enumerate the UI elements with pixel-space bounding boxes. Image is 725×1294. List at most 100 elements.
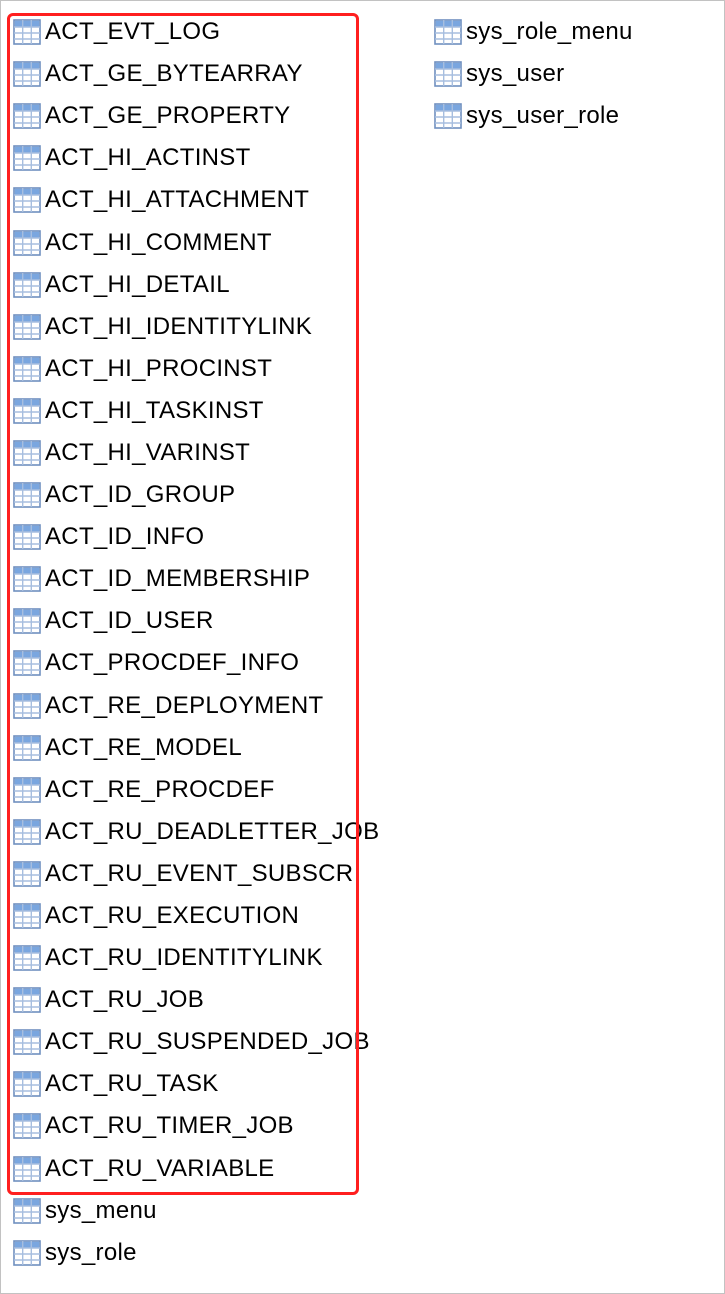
- table-item[interactable]: ACT_HI_TASKINST: [13, 390, 379, 432]
- table-item-label: ACT_RU_TASK: [45, 1070, 219, 1098]
- table-item[interactable]: sys_role_menu: [434, 11, 633, 53]
- table-icon: [13, 735, 41, 761]
- table-icon: [434, 61, 462, 87]
- table-icon: [13, 230, 41, 256]
- table-item-label: ACT_GE_BYTEARRAY: [45, 60, 303, 88]
- table-item-label: ACT_HI_IDENTITYLINK: [45, 313, 312, 341]
- table-icon: [13, 61, 41, 87]
- table-item-label: ACT_ID_INFO: [45, 523, 204, 551]
- table-item[interactable]: ACT_HI_COMMENT: [13, 221, 379, 263]
- table-item[interactable]: ACT_ID_MEMBERSHIP: [13, 558, 379, 600]
- table-item-label: ACT_ID_GROUP: [45, 481, 235, 509]
- table-item[interactable]: ACT_RU_SUSPENDED_JOB: [13, 1021, 379, 1063]
- table-item-label: ACT_ID_USER: [45, 607, 214, 635]
- table-item-label: ACT_GE_PROPERTY: [45, 102, 290, 130]
- table-icon: [13, 187, 41, 213]
- table-item[interactable]: ACT_HI_ACTINST: [13, 137, 379, 179]
- table-item[interactable]: ACT_ID_INFO: [13, 516, 379, 558]
- table-icon: [13, 356, 41, 382]
- table-item[interactable]: ACT_HI_ATTACHMENT: [13, 179, 379, 221]
- table-item[interactable]: ACT_RU_EVENT_SUBSCR: [13, 853, 379, 895]
- table-icon: [13, 819, 41, 845]
- table-item-label: ACT_RU_SUSPENDED_JOB: [45, 1028, 370, 1056]
- table-item[interactable]: ACT_ID_GROUP: [13, 474, 379, 516]
- table-item-label: sys_role_menu: [466, 18, 633, 46]
- table-item-label: ACT_RU_VARIABLE: [45, 1155, 274, 1183]
- table-item-label: ACT_RU_JOB: [45, 986, 204, 1014]
- table-icon: [13, 608, 41, 634]
- table-item[interactable]: ACT_RU_TIMER_JOB: [13, 1105, 379, 1147]
- table-item-label: sys_user: [466, 60, 564, 88]
- table-icon: [13, 1198, 41, 1224]
- table-item[interactable]: ACT_RE_MODEL: [13, 727, 379, 769]
- table-icon: [13, 482, 41, 508]
- table-item[interactable]: ACT_PROCDEF_INFO: [13, 642, 379, 684]
- table-icon: [13, 987, 41, 1013]
- table-item-label: ACT_EVT_LOG: [45, 18, 220, 46]
- table-item[interactable]: sys_user_role: [434, 95, 633, 137]
- table-item[interactable]: ACT_RU_VARIABLE: [13, 1148, 379, 1190]
- table-icon: [13, 650, 41, 676]
- table-item[interactable]: ACT_HI_VARINST: [13, 432, 379, 474]
- table-icon: [13, 272, 41, 298]
- table-icon: [13, 903, 41, 929]
- table-list-column-2: sys_role_menu sys_user sys_user_role: [434, 11, 633, 137]
- table-item[interactable]: ACT_HI_IDENTITYLINK: [13, 306, 379, 348]
- table-item-label: ACT_RU_TIMER_JOB: [45, 1112, 294, 1140]
- table-icon: [13, 314, 41, 340]
- table-icon: [434, 103, 462, 129]
- table-item[interactable]: ACT_EVT_LOG: [13, 11, 379, 53]
- table-item-label: ACT_RE_DEPLOYMENT: [45, 692, 324, 720]
- table-item[interactable]: ACT_HI_DETAIL: [13, 264, 379, 306]
- table-icon: [13, 1113, 41, 1139]
- table-icon: [13, 1029, 41, 1055]
- table-item-label: ACT_HI_DETAIL: [45, 271, 230, 299]
- table-item[interactable]: ACT_GE_PROPERTY: [13, 95, 379, 137]
- table-item[interactable]: sys_user: [434, 53, 633, 95]
- table-item[interactable]: ACT_RU_EXECUTION: [13, 895, 379, 937]
- table-item-label: ACT_ID_MEMBERSHIP: [45, 565, 310, 593]
- table-icon: [13, 19, 41, 45]
- table-item[interactable]: ACT_RU_DEADLETTER_JOB: [13, 811, 379, 853]
- table-item-label: ACT_HI_COMMENT: [45, 229, 272, 257]
- table-icon: [13, 398, 41, 424]
- table-item-label: ACT_RE_MODEL: [45, 734, 242, 762]
- table-icon: [13, 103, 41, 129]
- table-item[interactable]: ACT_HI_PROCINST: [13, 348, 379, 390]
- table-item-label: ACT_HI_TASKINST: [45, 397, 264, 425]
- table-icon: [13, 945, 41, 971]
- table-icon: [13, 145, 41, 171]
- table-item-label: sys_menu: [45, 1197, 157, 1225]
- table-item-label: ACT_HI_VARINST: [45, 439, 250, 467]
- table-item[interactable]: ACT_RU_IDENTITYLINK: [13, 937, 379, 979]
- table-item[interactable]: sys_menu: [13, 1190, 379, 1232]
- table-item-label: ACT_PROCDEF_INFO: [45, 649, 299, 677]
- table-item[interactable]: ACT_GE_BYTEARRAY: [13, 53, 379, 95]
- table-item[interactable]: ACT_RE_DEPLOYMENT: [13, 685, 379, 727]
- table-icon: [13, 1071, 41, 1097]
- table-item[interactable]: ACT_RE_PROCDEF: [13, 769, 379, 811]
- table-item[interactable]: ACT_ID_USER: [13, 600, 379, 642]
- table-list-column-1: ACT_EVT_LOG ACT_GE_BYTEARRAY ACT_GE_PROPER…: [13, 11, 379, 1274]
- table-item-label: ACT_RU_EXECUTION: [45, 902, 299, 930]
- table-item-label: sys_user_role: [466, 102, 619, 130]
- table-item-label: sys_role: [45, 1239, 137, 1267]
- table-icon: [13, 861, 41, 887]
- table-icon: [13, 524, 41, 550]
- table-item-label: ACT_HI_ATTACHMENT: [45, 186, 309, 214]
- table-icon: [13, 1240, 41, 1266]
- table-item-label: ACT_HI_PROCINST: [45, 355, 272, 383]
- table-item-label: ACT_RU_EVENT_SUBSCR: [45, 860, 353, 888]
- table-item[interactable]: sys_role: [13, 1232, 379, 1274]
- table-icon: [13, 777, 41, 803]
- table-item-label: ACT_RE_PROCDEF: [45, 776, 275, 804]
- table-item[interactable]: ACT_RU_JOB: [13, 979, 379, 1021]
- table-item[interactable]: ACT_RU_TASK: [13, 1063, 379, 1105]
- table-item-label: ACT_HI_ACTINST: [45, 144, 251, 172]
- table-icon: [434, 19, 462, 45]
- table-icon: [13, 693, 41, 719]
- table-icon: [13, 566, 41, 592]
- table-icon: [13, 1156, 41, 1182]
- table-item-label: ACT_RU_DEADLETTER_JOB: [45, 818, 379, 846]
- table-icon: [13, 440, 41, 466]
